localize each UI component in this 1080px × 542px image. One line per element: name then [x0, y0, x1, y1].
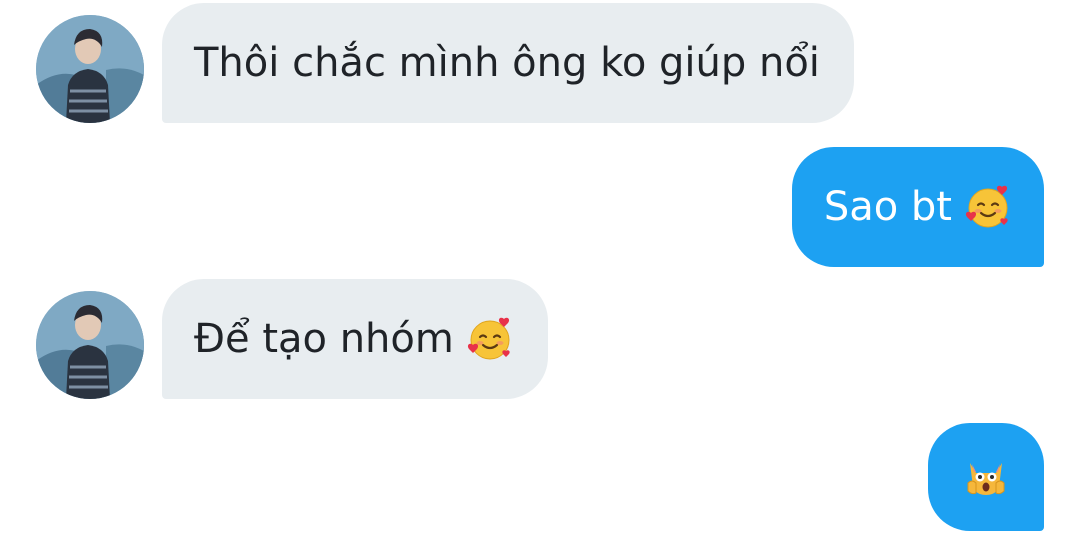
- smiling-face-with-hearts-icon: [964, 183, 1012, 231]
- contact-avatar[interactable]: [36, 291, 144, 399]
- message-text: Thôi chắc mình ông ko giúp nổi: [194, 40, 820, 86]
- contact-avatar[interactable]: [36, 15, 144, 123]
- avatar-photo: [36, 291, 144, 399]
- message-text: Sao bt: [823, 184, 952, 230]
- message-bubble-incoming[interactable]: Để tạo nhóm: [162, 279, 548, 399]
- chat-thread: Thôi chắc mình ông ko giúp nổi Sao bt Để…: [0, 0, 1080, 542]
- smiling-face-with-hearts-icon: [466, 315, 514, 363]
- message-bubble-outgoing[interactable]: Sao bt: [791, 147, 1044, 267]
- message-text: Để tạo nhóm: [194, 316, 454, 362]
- avatar-photo: [36, 15, 144, 123]
- weary-cat-icon: [962, 453, 1010, 501]
- message-bubble-outgoing[interactable]: [928, 423, 1044, 531]
- message-bubble-incoming[interactable]: Thôi chắc mình ông ko giúp nổi: [162, 3, 854, 123]
